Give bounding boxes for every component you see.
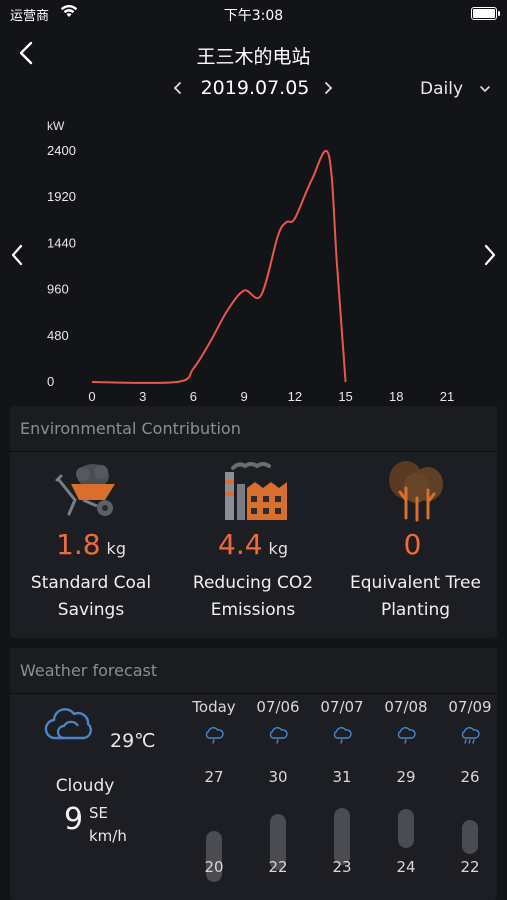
forecast-low: 22 [268, 858, 288, 876]
co2-label: Reducing CO2 Emissions [172, 570, 334, 624]
forecast-date: 07/09 [448, 698, 492, 716]
x-tick-label: 18 [389, 389, 403, 404]
temp-range-track [462, 790, 478, 856]
temp-range-bar [334, 808, 350, 865]
wheelbarrow-icon [55, 464, 115, 516]
clock: 下午3:08 [223, 8, 284, 24]
coal-number: 1.8 [56, 528, 101, 561]
forecast-low: 20 [204, 858, 224, 876]
power-chart-svg: kW 0 480 960 1440 1920 2400 0 3 6 9 12 15 18 21 [47, 119, 454, 404]
date-label[interactable]: 2019.07.05 [190, 77, 320, 99]
forecast-day: Today 27 20 [184, 694, 244, 900]
forecast-day: 07/09 26 22 [440, 694, 500, 900]
x-tick-label: 21 [440, 389, 454, 404]
tree-label-line1: Equivalent Tree [350, 573, 481, 593]
weather-condition: Cloudy [55, 776, 115, 796]
next-page-icon[interactable] [479, 240, 501, 270]
rain-icon [333, 727, 352, 744]
power-series-line [91, 150, 347, 384]
x-tick-label: 12 [288, 389, 302, 404]
co2-unit: kg [268, 539, 288, 558]
tree-icon [388, 461, 443, 522]
tree-value: 0 [334, 528, 497, 561]
environmental-card: Environmental Contribution 1.8 kg Standar… [10, 406, 497, 638]
rain-icon [397, 727, 416, 744]
temp-range-track [206, 790, 222, 882]
temp-range-bar [462, 820, 478, 854]
forecast-low: 24 [396, 858, 416, 876]
y-tick-label: 480 [47, 328, 69, 343]
forecast-date: Today [192, 698, 236, 716]
wind-direction: SE [89, 804, 108, 822]
weather-title: Weather forecast [10, 648, 497, 694]
x-tick-label: 0 [88, 389, 95, 404]
forecast-low: 23 [332, 858, 352, 876]
nav-bar: 王三木的电站 [0, 36, 507, 70]
coal-savings: 1.8 kg Standard Coal Savings [10, 452, 172, 638]
temp-range-track [334, 790, 350, 865]
status-bar: 运营商 下午3:08 [0, 0, 507, 28]
cloud-icon [44, 708, 92, 740]
y-tick-label: 1440 [47, 235, 76, 250]
temp-range-track [270, 790, 286, 871]
prev-date-icon[interactable] [168, 77, 188, 99]
date-selector: 2019.07.05 Daily [0, 74, 507, 104]
current-weather: 29℃ Cloudy 9 SE km/h [10, 694, 182, 900]
forecast-high: 29 [396, 768, 416, 786]
chevron-down-icon[interactable] [478, 83, 492, 95]
y-tick-label: 0 [47, 374, 54, 389]
forecast-date: 07/06 [256, 698, 300, 716]
forecast-high: 27 [204, 768, 224, 786]
temp-range-bar [398, 808, 414, 848]
coal-value: 1.8 kg [10, 528, 172, 561]
prev-page-icon[interactable] [6, 240, 28, 270]
forecast-high: 31 [332, 768, 352, 786]
tree-label: Equivalent Tree Planting [334, 570, 497, 624]
y-axis-unit: kW [47, 119, 65, 133]
y-tick-label: 2400 [47, 143, 76, 158]
tree-number: 0 [403, 528, 422, 561]
forecast-day: 07/07 31 23 [312, 694, 372, 900]
x-tick-label: 9 [241, 389, 248, 404]
tree-label-line2: Planting [380, 600, 451, 620]
forecast-high: 30 [268, 768, 288, 786]
y-tick-label: 960 [47, 282, 69, 297]
co2-reduction: 4.4 kg Reducing CO2 Emissions [172, 452, 334, 638]
forecast-date: 07/08 [384, 698, 428, 716]
coal-label-line2: Savings [57, 600, 125, 620]
heavy-rain-icon [461, 727, 480, 744]
battery-icon [471, 7, 500, 20]
coal-unit: kg [106, 539, 126, 558]
environmental-title: Environmental Contribution [10, 406, 497, 452]
tree-planting: 0 Equivalent Tree Planting [334, 452, 497, 638]
coal-label: Standard Coal Savings [10, 570, 172, 624]
current-temp: 29℃ [110, 730, 156, 752]
next-date-icon[interactable] [318, 77, 338, 99]
factory-icon [225, 462, 287, 520]
coal-label-line1: Standard Coal [30, 573, 152, 593]
co2-label-line2: Emissions [210, 600, 296, 620]
power-chart: kW 0 480 960 1440 1920 2400 0 3 6 9 12 15 18 21 [0, 108, 507, 404]
weather-card: Weather forecast 29℃ Cloudy 9 SE km/h To… [10, 648, 497, 900]
forecast-date: 07/07 [320, 698, 364, 716]
wind-speed: 9 [64, 802, 84, 837]
wind-unit: km/h [89, 827, 127, 845]
x-tick-label: 6 [190, 389, 197, 404]
rain-icon [269, 727, 288, 744]
x-tick-label: 3 [139, 389, 146, 404]
co2-label-line1: Reducing CO2 [192, 573, 314, 593]
y-tick-label: 1920 [47, 189, 76, 204]
forecast-high: 26 [460, 768, 480, 786]
co2-number: 4.4 [218, 528, 263, 561]
forecast-day: 07/06 30 22 [248, 694, 308, 900]
page-title: 王三木的电站 [196, 46, 311, 68]
co2-value: 4.4 kg [172, 528, 334, 561]
rain-icon [205, 727, 224, 744]
period-dropdown[interactable]: Daily [420, 79, 463, 99]
x-tick-label: 15 [338, 389, 352, 404]
forecast-day: 07/08 29 24 [376, 694, 436, 900]
forecast-low: 22 [460, 858, 480, 876]
temp-range-track [398, 790, 414, 856]
